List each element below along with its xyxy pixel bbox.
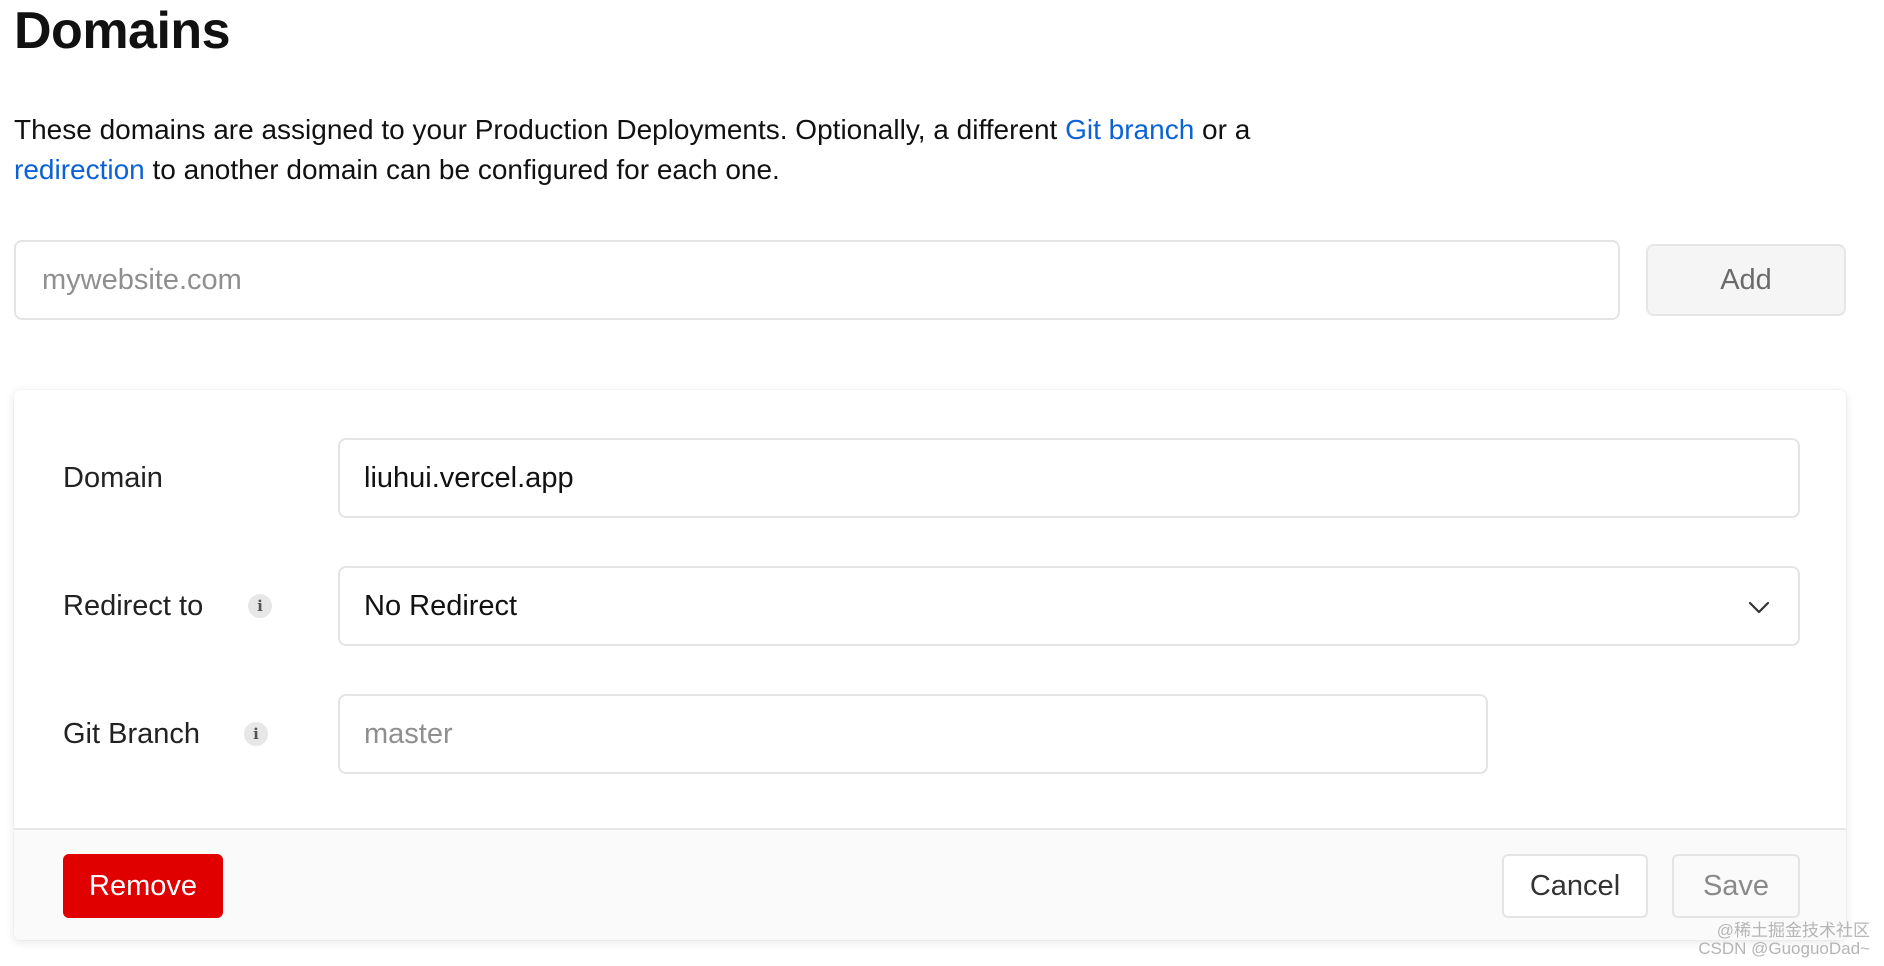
domain-field[interactable] bbox=[338, 438, 1800, 518]
chevron-down-icon bbox=[1748, 601, 1770, 614]
git-branch-link[interactable]: Git branch bbox=[1065, 114, 1194, 145]
description-text-1: These domains are assigned to your Produ… bbox=[14, 114, 1066, 145]
redirect-label: Redirect to bbox=[63, 590, 204, 622]
git-branch-row: Git Branch i bbox=[14, 694, 1846, 774]
watermark: @稀土掘金技术社区 CSDN @GuoguoDad~ bbox=[1698, 922, 1870, 958]
description-text-2: or a bbox=[1194, 114, 1251, 145]
watermark-line-1: @稀土掘金技术社区 bbox=[1716, 921, 1870, 940]
redirect-row: Redirect to i No Redirect bbox=[14, 566, 1846, 646]
info-icon[interactable]: i bbox=[244, 722, 268, 746]
redirection-link[interactable]: redirection bbox=[14, 154, 145, 185]
redirect-select[interactable]: No Redirect bbox=[338, 566, 1800, 646]
git-branch-label: Git Branch bbox=[63, 718, 200, 750]
info-icon[interactable]: i bbox=[248, 594, 272, 618]
domain-label: Domain bbox=[63, 462, 163, 494]
git-branch-input[interactable] bbox=[338, 694, 1488, 774]
watermark-line-2: CSDN @GuoguoDad~ bbox=[1698, 939, 1870, 958]
card-footer: Remove Cancel Save bbox=[14, 828, 1846, 940]
description-text-3: to another domain can be configured for … bbox=[144, 154, 780, 185]
new-domain-input[interactable] bbox=[14, 240, 1620, 320]
page-title: Domains bbox=[14, 2, 231, 60]
redirect-selected-value: No Redirect bbox=[364, 590, 518, 622]
add-button[interactable]: Add bbox=[1646, 244, 1846, 316]
page: Domains These domains are assigned to yo… bbox=[0, 0, 1884, 966]
remove-button[interactable]: Remove bbox=[63, 854, 223, 918]
cancel-button[interactable]: Cancel bbox=[1502, 854, 1648, 918]
add-domain-row: Add bbox=[14, 240, 1846, 320]
domain-card: Domain Redirect to i No Redirect Git Bra… bbox=[14, 390, 1846, 940]
save-button[interactable]: Save bbox=[1672, 854, 1800, 918]
domain-row: Domain bbox=[14, 438, 1846, 518]
page-description: These domains are assigned to your Produ… bbox=[14, 110, 1414, 190]
